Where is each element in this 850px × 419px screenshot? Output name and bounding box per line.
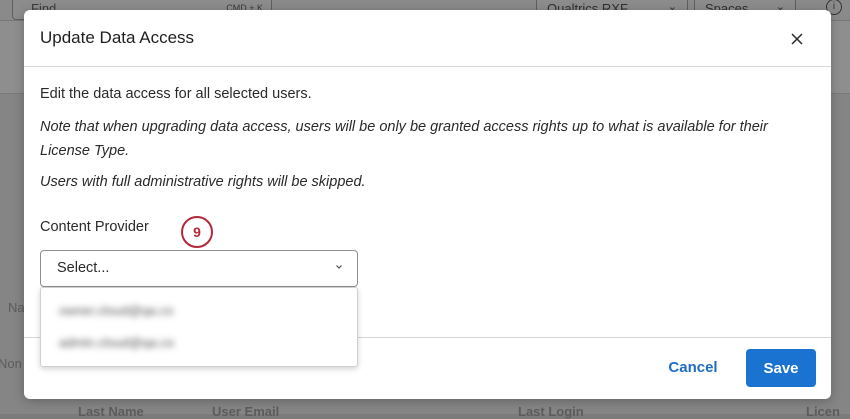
bg-col-user-email: User Email [212,404,280,419]
bg-col-license: Licen [806,404,840,419]
update-data-access-dialog: Update Data Access Edit the data access … [24,10,831,399]
dialog-header: Update Data Access [24,10,831,67]
content-provider-options: owner.cloud@qa.co admin.cloud@qa.co [40,287,358,367]
close-icon [791,33,803,45]
select-placeholder: Select... [57,260,110,276]
cancel-button[interactable]: Cancel [658,352,728,382]
bg-row-partial: Non [0,356,22,371]
chevron-down-icon [336,265,342,269]
upgrade-note: Note that when upgrading data access, us… [40,119,768,159]
save-button[interactable]: Save [746,349,816,387]
dialog-title: Update Data Access [40,28,195,47]
dropdown-option[interactable]: owner.cloud@qa.co [59,303,173,321]
dialog-description: Edit the data access for all selected us… [40,86,312,102]
dropdown-option-label: admin.cloud@qa.co [59,335,175,350]
admin-skip-note: Users with full administrative rights wi… [40,174,366,190]
close-button[interactable] [786,28,808,50]
dropdown-option-label: owner.cloud@qa.co [59,303,174,318]
bg-col-last-login: Last Login [518,404,584,419]
dropdown-option[interactable]: admin.cloud@qa.co [59,335,174,353]
bg-col-last-name: Last Name [78,404,144,419]
step-number-badge: 9 [181,216,213,248]
content-provider-label: Content Provider [40,219,149,235]
bg-column-partial: Na [8,300,25,315]
content-provider-select[interactable]: Select... [40,250,358,287]
